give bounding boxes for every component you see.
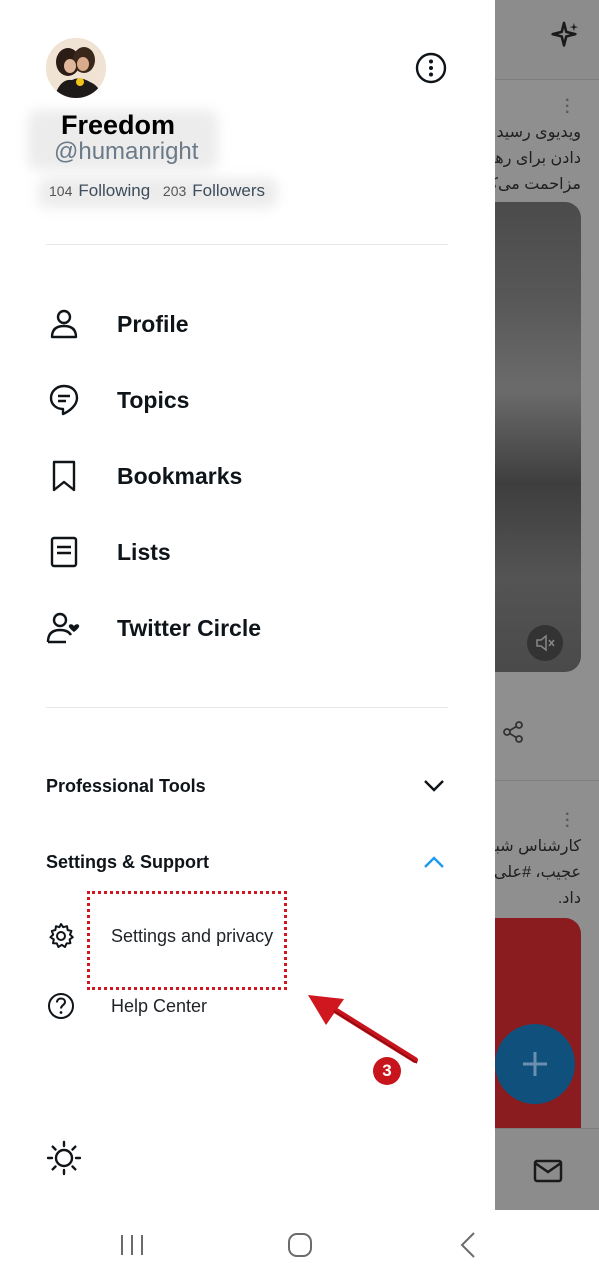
section-label: Professional Tools: [46, 775, 206, 796]
tweet-video[interactable]: [495, 202, 581, 672]
mail-icon[interactable]: [533, 1159, 563, 1183]
divider: [46, 707, 448, 708]
menu-label: Lists: [117, 538, 171, 565]
chevron-up-icon: [424, 856, 444, 868]
highlight-box: [87, 891, 287, 990]
mute-icon[interactable]: [527, 625, 563, 661]
person-icon: [50, 309, 78, 339]
sub-item-label: Help Center: [111, 995, 208, 1016]
menu-item-lists[interactable]: Lists: [46, 522, 448, 582]
share-icon[interactable]: [501, 720, 525, 744]
system-navigation-bar: [0, 1210, 599, 1280]
following-link[interactable]: Following: [78, 181, 150, 200]
recent-apps-icon[interactable]: [112, 1230, 152, 1260]
followers-link[interactable]: Followers: [192, 181, 265, 200]
divider: [46, 244, 448, 245]
feed-bottom-bar: [495, 1128, 599, 1210]
help-icon: [48, 993, 74, 1019]
menu-item-topics[interactable]: Topics: [46, 370, 448, 430]
menu-label: Profile: [117, 310, 189, 337]
compose-button[interactable]: [495, 1024, 575, 1104]
back-icon[interactable]: [448, 1230, 488, 1260]
sparkle-icon[interactable]: [547, 20, 581, 54]
tweet-text: کارشناس شبکه عجیب، #علی داد.: [495, 838, 581, 907]
feed-divider: [495, 780, 599, 781]
navigation-drawer: Freedom @humanright 104 Following 203 Foll…: [0, 0, 495, 1210]
avatar[interactable]: [46, 38, 106, 98]
list-icon: [50, 536, 78, 568]
tweet-text: ویدیوی رسید دادن برای رها مزاحمت می‌کن: [495, 124, 581, 193]
menu-label: Topics: [117, 386, 190, 413]
menu-item-bookmarks[interactable]: Bookmarks: [46, 446, 448, 506]
chevron-down-icon: [424, 780, 444, 792]
step-badge: 3: [373, 1057, 401, 1085]
menu-label: Twitter Circle: [117, 614, 261, 641]
tweet-more-icon[interactable]: · · ·: [565, 807, 570, 835]
circle-icon: [46, 612, 80, 644]
background-feed: · · · ویدیوی رسید دادن برای رها مزاحمت می‌…: [495, 0, 599, 1210]
tweet-more-icon[interactable]: · · ·: [565, 93, 570, 121]
display-name[interactable]: Freedom: [61, 110, 175, 141]
more-options-icon[interactable]: [413, 50, 449, 86]
section-label: Settings & Support: [46, 851, 209, 872]
bookmark-icon: [52, 460, 76, 492]
sun-icon[interactable]: [44, 1138, 84, 1178]
menu-label: Bookmarks: [117, 462, 243, 489]
menu-item-twitter-circle[interactable]: Twitter Circle: [46, 598, 448, 658]
feed-top-bar: [495, 0, 599, 80]
section-settings-support[interactable]: Settings & Support: [46, 842, 448, 882]
menu-item-profile[interactable]: Profile: [46, 294, 448, 354]
home-icon[interactable]: [280, 1230, 320, 1260]
follow-stats: 104 Following 203 Followers: [49, 181, 273, 201]
plus-icon: [523, 1052, 547, 1076]
following-count: 104: [49, 183, 73, 199]
followers-count: 203: [162, 183, 187, 199]
user-handle: @humanright: [54, 138, 199, 165]
pointer-arrow-icon: [308, 995, 418, 1064]
topics-icon: [49, 384, 79, 416]
gear-icon: [49, 923, 74, 948]
section-professional-tools[interactable]: Professional Tools: [46, 766, 448, 806]
